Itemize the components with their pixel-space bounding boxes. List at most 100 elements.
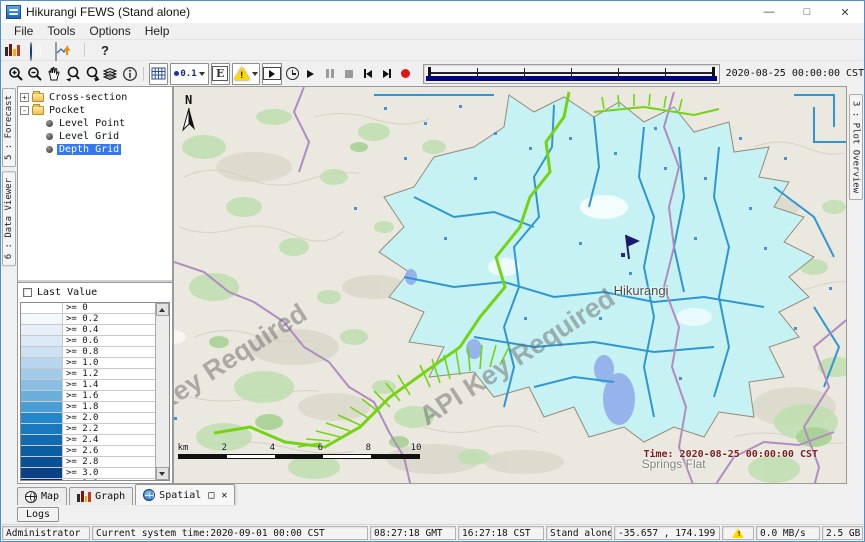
status-system-time: Current system time:2020-09-01 00:00 CST bbox=[92, 526, 368, 540]
tree-item-level-grid[interactable]: Level Grid bbox=[20, 130, 170, 142]
color-swatch bbox=[21, 347, 63, 357]
legend-row: >= 1.4 bbox=[21, 380, 155, 391]
menu-bar: File Tools Options Help bbox=[1, 23, 864, 40]
skip-to-end-button[interactable] bbox=[377, 63, 396, 85]
tree-item-pocket[interactable]: - Pocket bbox=[20, 104, 170, 116]
toolbar-separator bbox=[143, 67, 144, 81]
status-download-speed: 0.0 MB/s bbox=[756, 526, 820, 540]
legend-row: >= 1.2 bbox=[21, 369, 155, 380]
app-window: Hikurangi FEWS (Stand alone) — □ ✕ File … bbox=[0, 0, 865, 542]
logs-row: Logs bbox=[1, 505, 864, 524]
legend-scrollbar[interactable] bbox=[155, 303, 169, 480]
chevron-down-icon bbox=[199, 72, 205, 76]
scroll-up-icon[interactable] bbox=[156, 303, 169, 316]
legend-row: >= 0.2 bbox=[21, 314, 155, 325]
map-view[interactable]: N API Key Required API Key Required Hiku… bbox=[173, 86, 847, 484]
time-slider[interactable] bbox=[423, 64, 720, 84]
title-bar[interactable]: Hikurangi FEWS (Stand alone) — □ ✕ bbox=[1, 1, 864, 23]
legend-row: >= 2.8 bbox=[21, 457, 155, 468]
menu-options[interactable]: Options bbox=[82, 24, 137, 38]
legend-row: >= 0.6 bbox=[21, 336, 155, 347]
color-swatch bbox=[21, 391, 63, 401]
pause-button[interactable] bbox=[320, 63, 339, 85]
play-glyph-icon bbox=[269, 70, 275, 78]
tab-plot-overview[interactable]: 3 : Plot Overview bbox=[849, 94, 863, 200]
maximize-button[interactable]: □ bbox=[788, 1, 826, 23]
color-swatch bbox=[21, 457, 63, 467]
menu-file[interactable]: File bbox=[7, 24, 40, 38]
menu-tools[interactable]: Tools bbox=[40, 24, 82, 38]
zoom-next-icon[interactable] bbox=[83, 63, 102, 85]
tree-item-depth-grid[interactable]: Depth Grid bbox=[20, 143, 170, 155]
close-panel-icon[interactable]: ✕ bbox=[221, 490, 227, 501]
logs-button[interactable]: Logs bbox=[17, 507, 59, 522]
close-button[interactable]: ✕ bbox=[826, 1, 864, 23]
tab-graph[interactable]: Graph bbox=[69, 487, 133, 505]
legend-row: >= 0.8 bbox=[21, 347, 155, 358]
status-warning-cell[interactable]: ! bbox=[722, 526, 754, 540]
dot-icon bbox=[174, 71, 179, 76]
layers-icon[interactable] bbox=[102, 63, 121, 85]
zoom-out-icon[interactable] bbox=[26, 63, 45, 85]
map-display-icon[interactable] bbox=[30, 43, 47, 58]
scroll-down-icon[interactable] bbox=[156, 467, 169, 480]
status-coordinates: -35.657 , 174.199 bbox=[614, 526, 720, 540]
node-icon bbox=[46, 133, 53, 140]
play-button[interactable] bbox=[302, 63, 321, 85]
menu-help[interactable]: Help bbox=[138, 24, 177, 38]
legend-row: >= 2.2 bbox=[21, 424, 155, 435]
stop-button[interactable] bbox=[339, 63, 358, 85]
last-value-label: Last Value bbox=[37, 287, 97, 298]
explorer-chart-icon[interactable] bbox=[5, 43, 22, 58]
help-icon[interactable]: ? bbox=[97, 43, 113, 58]
dock-tab-bar: Map Graph Spatial □ ✕ bbox=[1, 484, 864, 505]
time-slider-track bbox=[430, 72, 713, 74]
toolbar-separator bbox=[84, 43, 85, 57]
tab-data-viewer[interactable]: 6 : Data Viewer bbox=[2, 171, 16, 266]
legend-rows: >= 0 >= 0.2 >= 0.4 >= 0.6 >= 0.8 >= 1.0 … bbox=[21, 303, 155, 480]
contour-threshold-select[interactable]: 0.1 bbox=[170, 63, 208, 85]
color-swatch bbox=[21, 336, 63, 346]
legend-panel: Last Value >= 0 >= 0.2 >= 0.4 >= 0.6 >= … bbox=[18, 282, 172, 483]
color-swatch bbox=[21, 435, 63, 445]
status-memory: 2.5 GB bbox=[822, 526, 863, 540]
float-panel-icon[interactable]: □ bbox=[208, 490, 214, 501]
map-canvas bbox=[174, 87, 847, 484]
data-viewer-panel: + Cross-section - Pocket Level Point bbox=[17, 86, 173, 484]
legend-row: >= 0.4 bbox=[21, 325, 155, 336]
graph-icon bbox=[77, 489, 91, 504]
legend-row: >= 0 bbox=[21, 303, 155, 314]
spatial-globe-icon bbox=[143, 489, 155, 501]
color-swatch bbox=[21, 303, 63, 313]
collapse-icon[interactable]: - bbox=[20, 106, 29, 115]
status-bar: Administrator Current system time:2020-0… bbox=[1, 524, 864, 541]
animation-dialog-button[interactable] bbox=[262, 63, 282, 85]
pan-hand-icon[interactable] bbox=[45, 63, 64, 85]
tab-spatial[interactable]: Spatial □ ✕ bbox=[135, 484, 235, 505]
color-swatch bbox=[21, 402, 63, 412]
legend-row: >= 2.6 bbox=[21, 446, 155, 457]
legend-row: >= 3.0 bbox=[21, 468, 155, 479]
minimize-button[interactable]: — bbox=[750, 1, 788, 23]
tab-map[interactable]: Map bbox=[17, 487, 67, 505]
expand-icon[interactable]: + bbox=[20, 93, 29, 102]
grid-display-button[interactable] bbox=[149, 63, 168, 85]
info-icon[interactable] bbox=[120, 63, 139, 85]
record-button[interactable] bbox=[396, 63, 415, 85]
map-time-label: Time: 2020-08-25 00:00:00 CST bbox=[643, 449, 818, 460]
zoom-in-icon[interactable] bbox=[7, 63, 26, 85]
folder-icon bbox=[32, 93, 44, 102]
tree-item-level-point[interactable]: Level Point bbox=[20, 117, 170, 129]
tab-forecast[interactable]: 5 : Forecast bbox=[2, 88, 16, 167]
color-swatch bbox=[21, 325, 63, 335]
timeseries-display-icon[interactable] bbox=[55, 43, 72, 58]
zoom-previous-icon[interactable] bbox=[64, 63, 83, 85]
map-scale-bar: km 2 4 6 8 10 bbox=[178, 443, 428, 459]
color-swatch bbox=[21, 424, 63, 434]
tree-item-cross-section[interactable]: + Cross-section bbox=[20, 91, 170, 103]
skip-to-start-button[interactable] bbox=[358, 63, 377, 85]
last-value-checkbox[interactable] bbox=[23, 288, 32, 297]
elevation-button[interactable]: E bbox=[211, 63, 230, 85]
thresholds-warning-dropdown[interactable]: ! bbox=[232, 63, 260, 85]
animation-timer-icon[interactable] bbox=[283, 63, 302, 85]
